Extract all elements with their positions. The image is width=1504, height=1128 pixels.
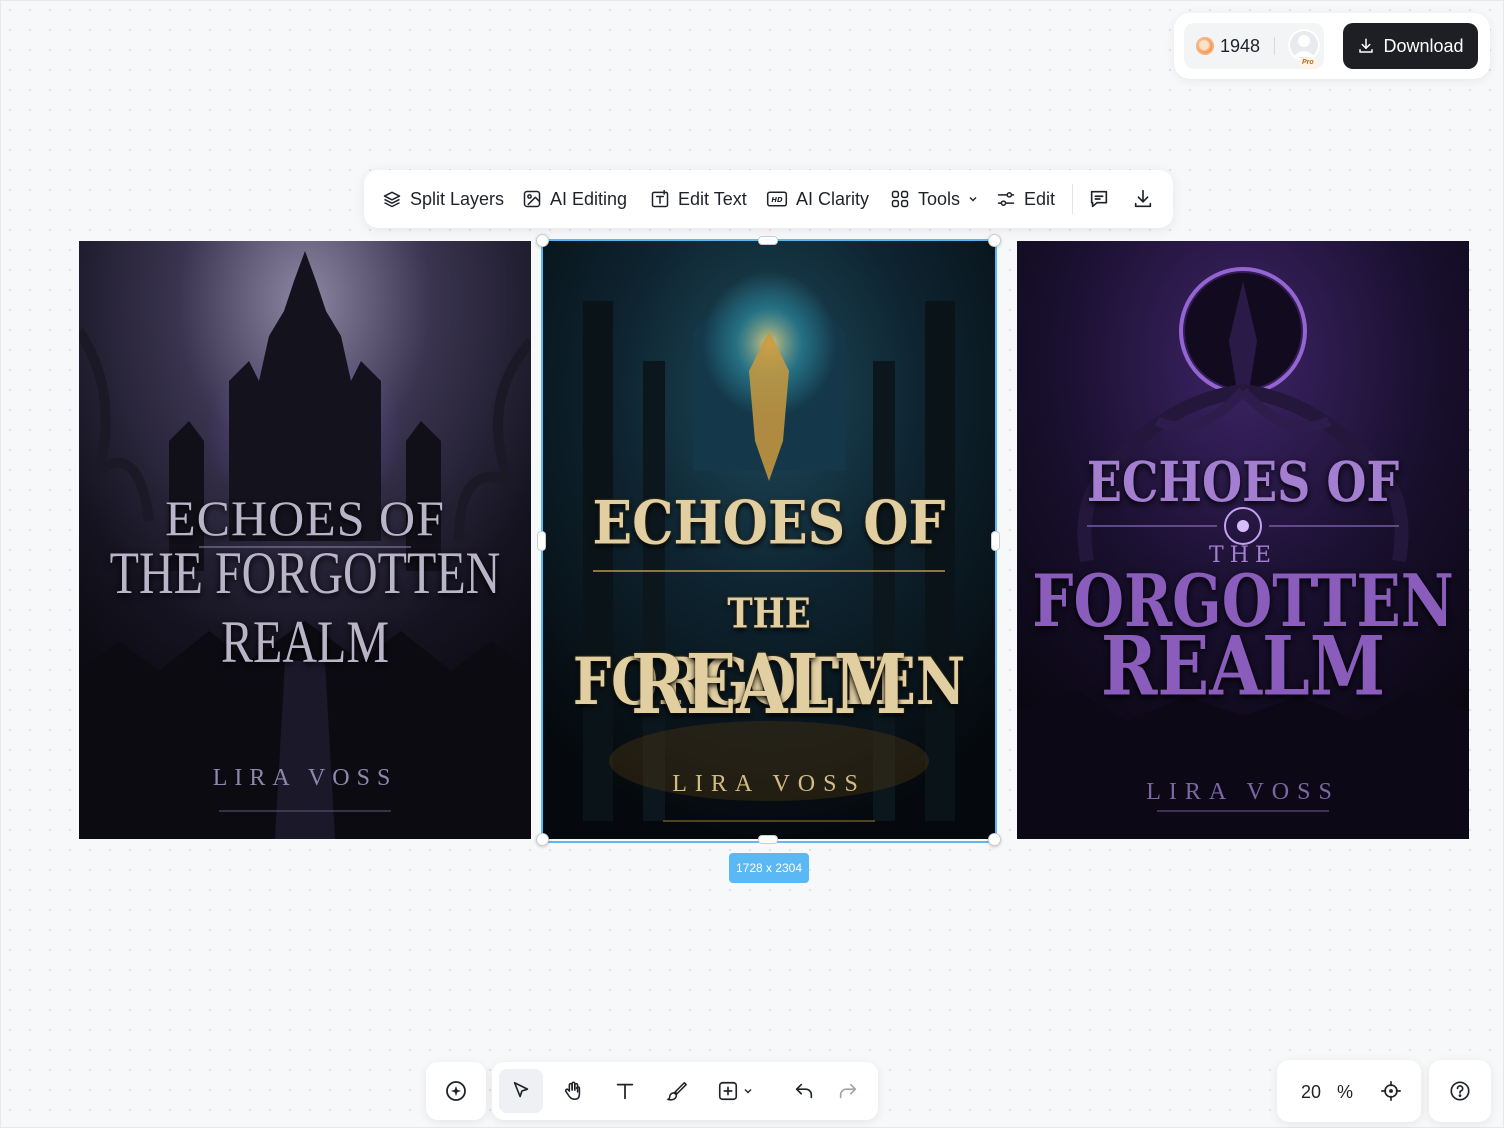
edit-text-button[interactable]: Edit Text bbox=[650, 170, 747, 228]
comment-icon bbox=[1090, 190, 1108, 208]
cover-image-3[interactable]: ECHOES OF THE FORGOTTEN REALM LIRA VOSS bbox=[1017, 241, 1469, 839]
ai-clarity-button[interactable]: HD AI Clarity bbox=[766, 170, 869, 228]
image-toolbar: Split Layers AI Editing Edit Text HD AI … bbox=[364, 170, 1173, 228]
text-icon bbox=[616, 1083, 634, 1100]
target-icon bbox=[1381, 1081, 1401, 1101]
download-button[interactable]: Download bbox=[1343, 23, 1478, 69]
toolbar-divider bbox=[1072, 184, 1073, 214]
redo-icon bbox=[839, 1083, 857, 1099]
sliders-icon bbox=[997, 192, 1015, 206]
download-label: Download bbox=[1383, 35, 1464, 56]
tools-dropdown[interactable]: Tools bbox=[890, 170, 978, 228]
download-icon bbox=[1359, 38, 1374, 53]
undo-icon bbox=[795, 1083, 813, 1099]
redo-button[interactable] bbox=[826, 1069, 870, 1113]
cover-image-1[interactable]: ECHOES OF THE FORGOTTEN REALM LIRA VOSS bbox=[79, 241, 531, 839]
cover-3-artwork bbox=[1017, 241, 1469, 839]
ai-add-panel bbox=[426, 1062, 486, 1120]
resize-handle-top-right[interactable] bbox=[988, 234, 1001, 247]
user-icon bbox=[1293, 35, 1315, 57]
cover-image-2[interactable]: ECHOES OF THE FORGOTTEN REALM LIRA VOSS bbox=[543, 241, 995, 839]
resize-handle-top[interactable] bbox=[758, 236, 778, 245]
hand-icon bbox=[564, 1081, 581, 1101]
hd-icon: HD bbox=[766, 191, 788, 207]
zoom-unit: % bbox=[1337, 1082, 1354, 1102]
add-box-icon bbox=[718, 1081, 738, 1101]
resize-handle-right[interactable] bbox=[991, 531, 1000, 551]
undo-button[interactable] bbox=[782, 1069, 826, 1113]
select-tool-button[interactable] bbox=[499, 1069, 543, 1113]
chevron-down-icon bbox=[744, 1089, 752, 1094]
avatar[interactable]: Pro bbox=[1288, 29, 1320, 68]
split-layers-button[interactable]: Split Layers bbox=[382, 170, 504, 228]
ai-add-button[interactable] bbox=[434, 1069, 478, 1113]
grid-icon bbox=[891, 190, 909, 208]
pill-divider bbox=[1274, 37, 1275, 55]
ai-edit-icon bbox=[523, 190, 541, 208]
resize-handle-bottom-right[interactable] bbox=[988, 833, 1001, 846]
tools-label: Tools bbox=[918, 188, 961, 209]
zoom-value[interactable]: 20 bbox=[1301, 1082, 1321, 1103]
resize-handle-bottom-left[interactable] bbox=[536, 833, 549, 846]
zoom-panel: 20 % bbox=[1277, 1060, 1421, 1122]
ai-clarity-label: AI Clarity bbox=[796, 188, 870, 209]
resize-handle-top-left[interactable] bbox=[536, 234, 549, 247]
comment-button[interactable] bbox=[1088, 170, 1110, 228]
layers-icon bbox=[383, 191, 401, 208]
brush-tool-button[interactable] bbox=[655, 1069, 699, 1113]
account-panel: 1948 Pro Download bbox=[1174, 13, 1490, 79]
help-icon bbox=[1450, 1081, 1470, 1101]
cover-2-artwork bbox=[543, 241, 995, 839]
pro-badge: Pro bbox=[1299, 58, 1317, 68]
cover-1-artwork bbox=[79, 241, 531, 839]
text-tool-button[interactable] bbox=[603, 1069, 647, 1113]
ai-editing-label: AI Editing bbox=[550, 188, 628, 209]
toolbar-download-button[interactable] bbox=[1132, 170, 1154, 228]
add-shape-dropdown[interactable] bbox=[707, 1069, 763, 1113]
edit-text-label: Edit Text bbox=[678, 188, 747, 209]
resize-handle-left[interactable] bbox=[537, 531, 546, 551]
edit-button[interactable]: Edit bbox=[996, 170, 1055, 228]
resize-handle-bottom[interactable] bbox=[758, 835, 778, 844]
hand-tool-button[interactable] bbox=[551, 1069, 595, 1113]
fit-canvas-button[interactable] bbox=[1369, 1069, 1413, 1113]
help-button[interactable] bbox=[1438, 1069, 1482, 1113]
edit-text-icon bbox=[651, 189, 669, 208]
coin-icon bbox=[1196, 37, 1214, 55]
canvas-tools-panel bbox=[492, 1062, 878, 1120]
pointer-icon bbox=[513, 1081, 529, 1098]
svg-text:HD: HD bbox=[771, 196, 783, 204]
ai-editing-button[interactable]: AI Editing bbox=[522, 170, 627, 228]
chevron-down-icon bbox=[969, 197, 977, 202]
sparkle-add-icon bbox=[446, 1081, 466, 1101]
selection-size-label: 1728 x 2304 bbox=[729, 853, 809, 883]
brush-icon bbox=[667, 1081, 687, 1101]
credits-pill[interactable]: 1948 Pro bbox=[1184, 23, 1324, 69]
help-panel bbox=[1429, 1060, 1491, 1122]
credits-count: 1948 bbox=[1220, 36, 1261, 56]
edit-label: Edit bbox=[1024, 188, 1056, 209]
split-layers-label: Split Layers bbox=[410, 188, 505, 209]
download-icon bbox=[1134, 189, 1152, 208]
